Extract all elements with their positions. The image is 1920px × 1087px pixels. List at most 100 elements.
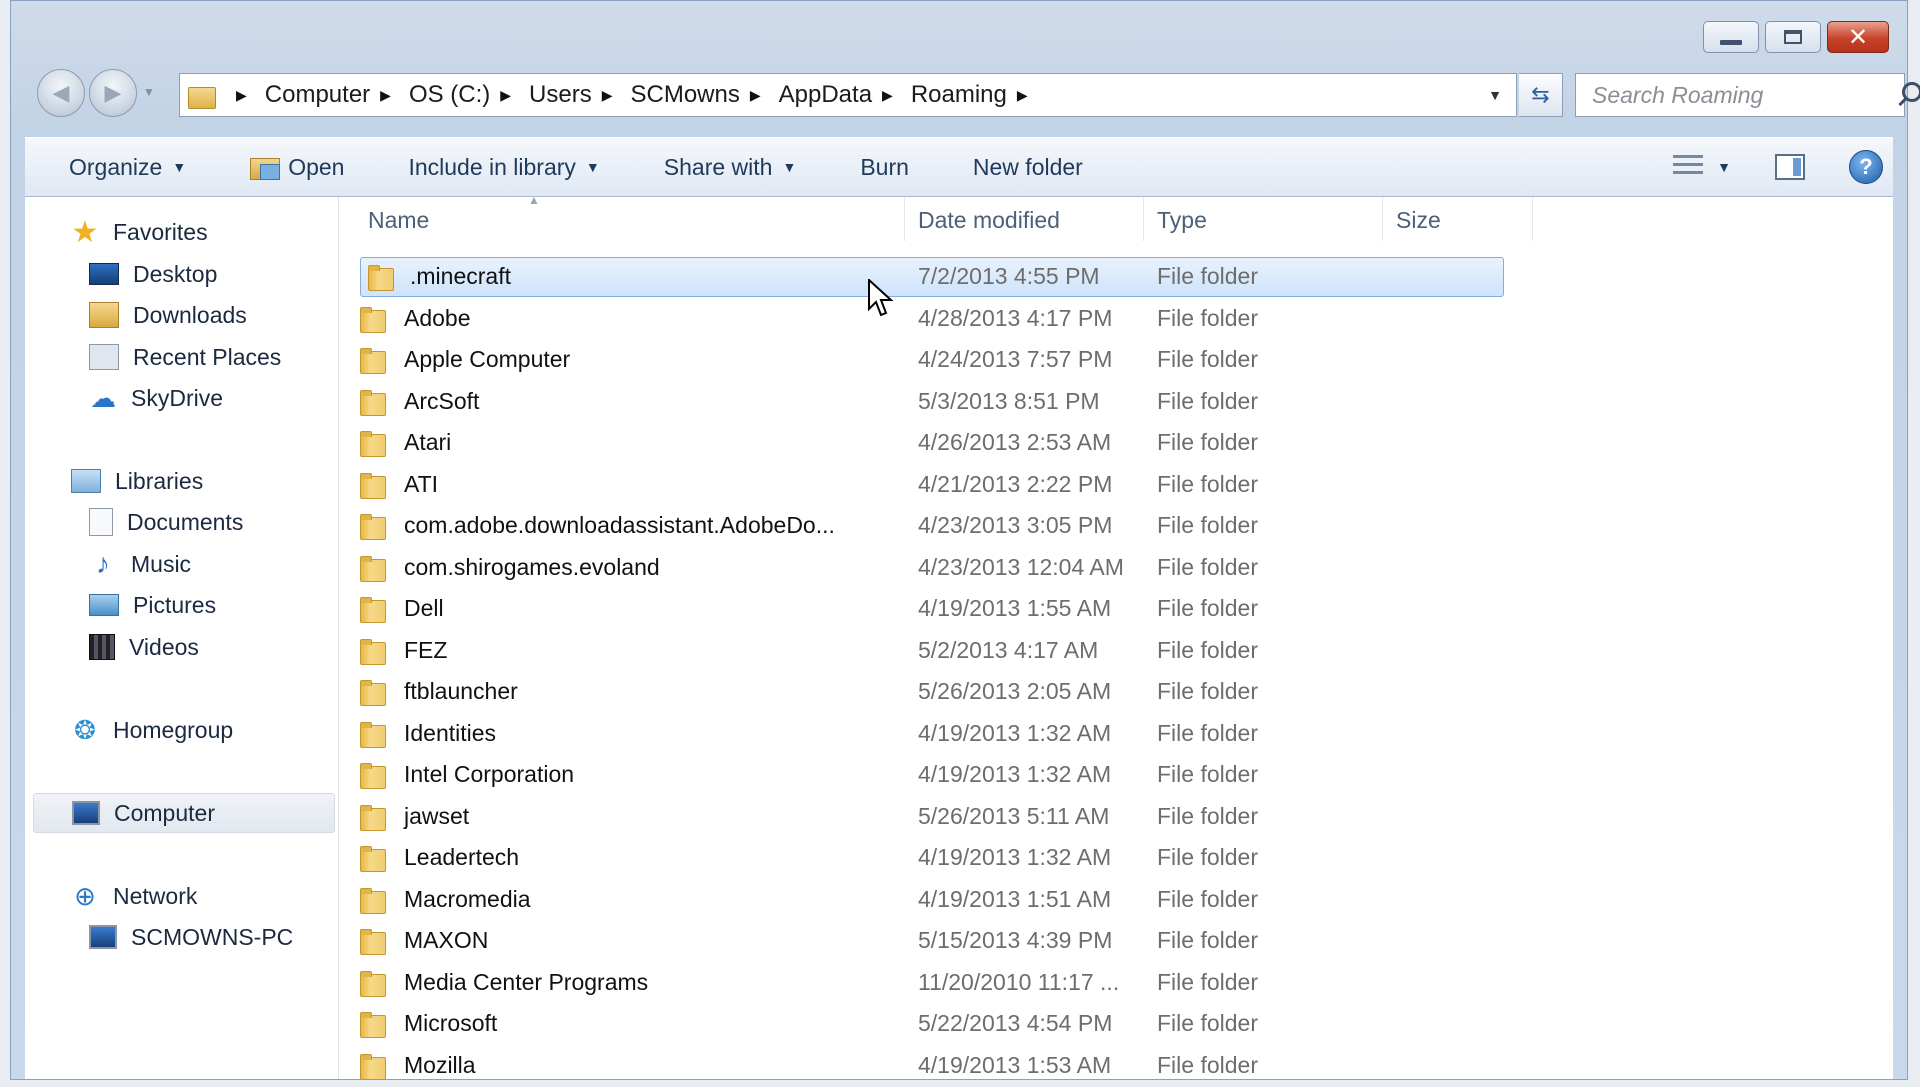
file-row[interactable]: Microsoft5/22/2013 4:54 PMFile folder	[338, 1004, 1538, 1046]
file-date-modified: 4/24/2013 7:57 PM	[918, 346, 1112, 373]
file-row[interactable]: Intel Corporation4/19/2013 1:32 AMFile f…	[338, 755, 1538, 797]
file-row[interactable]: .minecraft7/2/2013 4:55 PMFile folder	[338, 257, 1538, 299]
column-header-type[interactable]: Type	[1157, 207, 1207, 234]
computer-icon	[72, 801, 100, 825]
sidebar-item-pictures[interactable]: Pictures	[89, 588, 216, 622]
file-name: FEZ	[404, 637, 447, 664]
file-row[interactable]: Atari4/26/2013 2:53 AMFile folder	[338, 423, 1538, 465]
file-row[interactable]: Dell4/19/2013 1:55 AMFile folder	[338, 589, 1538, 631]
folder-icon	[360, 597, 386, 621]
column-divider[interactable]	[1532, 197, 1533, 241]
search-box[interactable]	[1575, 73, 1905, 117]
folder-icon	[360, 1054, 386, 1078]
sidebar-favorites[interactable]: ★ Favorites	[71, 215, 208, 249]
breadcrumb-roaming[interactable]: Roaming	[909, 81, 1009, 109]
file-row[interactable]: MAXON5/15/2013 4:39 PMFile folder	[338, 921, 1538, 963]
file-row[interactable]: Mozilla4/19/2013 1:53 AMFile folder	[338, 1046, 1538, 1087]
folder-icon	[360, 390, 386, 414]
sidebar-item-skydrive[interactable]: ☁ SkyDrive	[89, 381, 223, 415]
sidebar-item-desktop[interactable]: Desktop	[89, 257, 217, 291]
chevron-right-icon[interactable]: ▶	[750, 87, 761, 104]
file-type: File folder	[1157, 1052, 1258, 1079]
file-date-modified: 4/28/2013 4:17 PM	[918, 305, 1112, 332]
file-row[interactable]: ATI4/21/2013 2:22 PMFile folder	[338, 465, 1538, 507]
open-label: Open	[288, 154, 344, 181]
search-input[interactable]	[1590, 81, 1894, 110]
share-with-button[interactable]: Share with▼	[630, 154, 827, 181]
file-type: File folder	[1157, 388, 1258, 415]
file-row[interactable]: ArcSoft5/3/2013 8:51 PMFile folder	[338, 382, 1538, 424]
sidebar-network[interactable]: ⊕ Network	[71, 879, 197, 913]
chevron-right-icon[interactable]: ▶	[602, 87, 613, 104]
file-row[interactable]: Macromedia4/19/2013 1:51 AMFile folder	[338, 880, 1538, 922]
chevron-right-icon[interactable]: ▶	[1017, 87, 1028, 104]
sidebar-item-downloads[interactable]: Downloads	[89, 298, 247, 332]
include-in-library-button[interactable]: Include in library▼	[374, 154, 629, 181]
file-row[interactable]: Identities4/19/2013 1:32 AMFile folder	[338, 714, 1538, 756]
file-row[interactable]: com.shirogames.evoland4/23/2013 12:04 AM…	[338, 548, 1538, 590]
refresh-button[interactable]: ⇆	[1519, 73, 1563, 117]
file-row[interactable]: ftblauncher5/26/2013 2:05 AMFile folder	[338, 672, 1538, 714]
file-date-modified: 4/21/2013 2:22 PM	[918, 471, 1112, 498]
column-divider[interactable]	[1382, 197, 1383, 241]
back-button[interactable]: ◀	[37, 69, 85, 117]
recent-pages-dropdown[interactable]: ▼	[143, 85, 155, 99]
sidebar-libraries[interactable]: Libraries	[71, 464, 203, 498]
organize-button[interactable]: Organize▼	[25, 154, 216, 181]
file-date-modified: 5/26/2013 5:11 AM	[918, 803, 1109, 830]
file-row[interactable]: Leadertech4/19/2013 1:32 AMFile folder	[338, 838, 1538, 880]
new-folder-button[interactable]: New folder	[939, 154, 1113, 181]
sidebar-item-recent-places[interactable]: Recent Places	[89, 340, 281, 374]
file-type: File folder	[1157, 886, 1258, 913]
sidebar-item-videos[interactable]: Videos	[89, 630, 199, 664]
minimize-button[interactable]	[1703, 21, 1759, 53]
address-bar[interactable]: ▶ Computer ▶ OS (C:) ▶ Users ▶ SCMowns ▶…	[179, 73, 1517, 117]
breadcrumb-users[interactable]: Users	[527, 81, 594, 109]
sidebar-homegroup[interactable]: ❂ Homegroup	[71, 713, 233, 747]
breadcrumb-scmowns[interactable]: SCMowns	[629, 81, 742, 109]
close-button[interactable]: ✕	[1827, 21, 1889, 53]
column-header-date-modified[interactable]: Date modified	[918, 207, 1060, 234]
toolbar-right: ▼ ?	[1673, 150, 1893, 184]
chevron-right-icon[interactable]: ▶	[236, 87, 247, 104]
file-row[interactable]: FEZ5/2/2013 4:17 AMFile folder	[338, 631, 1538, 673]
help-icon[interactable]: ?	[1849, 150, 1883, 184]
file-row[interactable]: Adobe4/28/2013 4:17 PMFile folder	[338, 299, 1538, 341]
column-divider[interactable]	[904, 197, 905, 241]
chevron-right-icon[interactable]: ▶	[500, 87, 511, 104]
folder-icon	[360, 680, 386, 704]
organize-label: Organize	[69, 154, 162, 181]
sidebar-item-label: Pictures	[133, 592, 216, 619]
file-row[interactable]: jawset5/26/2013 5:11 AMFile folder	[338, 797, 1538, 839]
open-button[interactable]: Open	[216, 154, 374, 181]
chevron-right-icon[interactable]: ▶	[380, 87, 391, 104]
column-divider[interactable]	[1143, 197, 1144, 241]
view-options-dropdown[interactable]: ▼	[1717, 159, 1731, 175]
file-name: Atari	[404, 429, 451, 456]
breadcrumb-os-c[interactable]: OS (C:)	[407, 81, 492, 109]
folder-icon	[360, 307, 386, 331]
file-date-modified: 7/2/2013 4:55 PM	[918, 263, 1100, 290]
skydrive-cloud-icon: ☁	[89, 384, 117, 412]
preview-pane-icon[interactable]	[1775, 154, 1805, 180]
sidebar-item-scmowns-pc[interactable]: SCMOWNS-PC	[89, 920, 293, 954]
file-row[interactable]: Apple Computer4/24/2013 7:57 PMFile fold…	[338, 340, 1538, 382]
breadcrumb-computer[interactable]: Computer	[263, 81, 372, 109]
forward-button[interactable]: ▶	[89, 69, 137, 117]
address-history-dropdown[interactable]: ▼	[1488, 87, 1502, 103]
column-header-name[interactable]: Name	[368, 207, 429, 234]
burn-button[interactable]: Burn	[826, 154, 939, 181]
breadcrumb-appdata[interactable]: AppData	[777, 81, 874, 109]
file-row[interactable]: Media Center Programs11/20/2010 11:17 ..…	[338, 963, 1538, 1005]
column-header-size[interactable]: Size	[1396, 207, 1441, 234]
file-row[interactable]: com.adobe.downloadassistant.AdobeDo...4/…	[338, 506, 1538, 548]
maximize-button[interactable]	[1765, 21, 1821, 53]
chevron-right-icon[interactable]: ▶	[882, 87, 893, 104]
sidebar-item-documents[interactable]: Documents	[89, 505, 243, 539]
folder-icon	[360, 1012, 386, 1036]
film-icon	[89, 634, 115, 660]
file-name: Leadertech	[404, 844, 519, 871]
sidebar-computer[interactable]: Computer	[33, 793, 335, 833]
sidebar-item-music[interactable]: ♪ Music	[89, 547, 191, 581]
change-view-icon[interactable]	[1673, 155, 1703, 179]
